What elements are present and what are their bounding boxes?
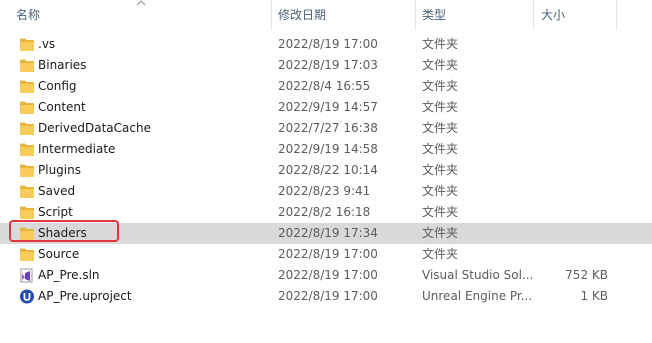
file-row[interactable]: .vs 2022/8/19 17:00 文件夹 <box>0 34 652 55</box>
column-header-size-label: 大小 <box>541 8 566 22</box>
folder-icon <box>19 205 35 220</box>
file-modified-date: 2022/8/19 17:03 <box>278 58 378 72</box>
file-name: DerivedDataCache <box>38 121 151 135</box>
column-divider[interactable] <box>616 0 617 30</box>
folder-icon <box>19 163 35 178</box>
file-row[interactable]: DerivedDataCache 2022/7/27 16:38 文件夹 <box>0 118 652 139</box>
file-row[interactable]: AP_Pre.uproject 2022/8/19 17:00 Unreal Eng… <box>0 286 652 307</box>
column-header-type-label: 类型 <box>422 8 447 22</box>
file-size <box>540 202 608 223</box>
file-type: 文件夹 <box>422 58 459 72</box>
column-header-name-label: 名称 <box>16 8 41 22</box>
file-modified-date: 2022/7/27 16:38 <box>278 121 378 135</box>
column-header-type[interactable]: 类型 <box>417 0 532 30</box>
file-modified-date: 2022/8/4 16:55 <box>278 79 371 93</box>
file-modified-date: 2022/8/2 16:18 <box>278 205 371 219</box>
highlight-annotation <box>9 220 119 242</box>
file-type: 文件夹 <box>422 121 459 135</box>
file-row[interactable]: Source 2022/8/19 17:00 文件夹 <box>0 244 652 265</box>
file-type: 文件夹 <box>422 79 459 93</box>
file-modified-date: 2022/8/19 17:00 <box>278 37 378 51</box>
file-size <box>540 118 608 139</box>
column-divider[interactable] <box>533 0 534 30</box>
file-size <box>540 244 608 265</box>
file-row[interactable]: Content 2022/9/19 14:57 文件夹 <box>0 97 652 118</box>
file-row[interactable]: Saved 2022/8/23 9:41 文件夹 <box>0 181 652 202</box>
file-type: 文件夹 <box>422 247 459 261</box>
file-type: 文件夹 <box>422 205 459 219</box>
file-size <box>540 160 608 181</box>
file-type: 文件夹 <box>422 184 459 198</box>
file-modified-date: 2022/8/19 17:00 <box>278 247 378 261</box>
file-type: 文件夹 <box>422 226 459 240</box>
column-divider[interactable] <box>271 0 272 30</box>
file-type: Unreal Engine Pr... <box>422 289 532 303</box>
file-type: 文件夹 <box>422 142 459 156</box>
column-divider[interactable] <box>415 0 416 30</box>
file-row[interactable]: Config 2022/8/4 16:55 文件夹 <box>0 76 652 97</box>
column-header-date[interactable]: 修改日期 <box>273 0 413 30</box>
file-type: Visual Studio Sol... <box>422 268 532 282</box>
file-size <box>540 97 608 118</box>
file-modified-date: 2022/8/19 17:00 <box>278 268 378 282</box>
column-header-date-label: 修改日期 <box>278 8 327 22</box>
folder-icon <box>19 58 35 73</box>
file-modified-date: 2022/8/23 9:41 <box>278 184 371 198</box>
column-header-size[interactable]: 大小 <box>536 0 616 30</box>
folder-icon <box>19 79 35 94</box>
file-type: 文件夹 <box>422 37 459 51</box>
visual-studio-solution-icon <box>19 268 35 283</box>
file-modified-date: 2022/9/19 14:58 <box>278 142 378 156</box>
sort-ascending-icon <box>136 0 146 6</box>
file-row[interactable]: Intermediate 2022/9/19 14:58 文件夹 <box>0 139 652 160</box>
file-size <box>540 76 608 97</box>
file-name: AP_Pre.uproject <box>38 289 132 303</box>
file-size: 752 KB <box>565 268 608 282</box>
file-type: 文件夹 <box>422 100 459 114</box>
file-type: 文件夹 <box>422 163 459 177</box>
file-size <box>540 223 608 244</box>
folder-icon <box>19 100 35 115</box>
file-name: Intermediate <box>38 142 116 156</box>
file-row[interactable]: AP_Pre.sln 2022/8/19 17:00 Visual Studio S… <box>0 265 652 286</box>
file-size: 1 KB <box>580 289 608 303</box>
file-name: Content <box>38 100 86 114</box>
file-name: Config <box>38 79 77 93</box>
unreal-engine-project-icon <box>19 289 35 304</box>
file-row[interactable]: Plugins 2022/8/22 10:14 文件夹 <box>0 160 652 181</box>
file-name: Source <box>38 247 80 261</box>
file-name: Plugins <box>38 163 81 177</box>
file-row[interactable]: Binaries 2022/8/19 17:03 文件夹 <box>0 55 652 76</box>
file-name: Saved <box>38 184 76 198</box>
file-name: Binaries <box>38 58 87 72</box>
column-header-bar: 名称 修改日期 类型 大小 <box>0 0 652 30</box>
file-modified-date: 2022/8/19 17:00 <box>278 289 378 303</box>
folder-icon <box>19 142 35 157</box>
file-name: AP_Pre.sln <box>38 268 100 282</box>
file-size <box>540 55 608 76</box>
folder-icon <box>19 121 35 136</box>
folder-icon <box>19 247 35 262</box>
file-size <box>540 34 608 55</box>
file-name: .vs <box>38 37 56 51</box>
file-modified-date: 2022/8/19 17:34 <box>278 226 378 240</box>
file-modified-date: 2022/9/19 14:57 <box>278 100 378 114</box>
folder-icon <box>19 37 35 52</box>
file-modified-date: 2022/8/22 10:14 <box>278 163 378 177</box>
file-size <box>540 181 608 202</box>
folder-icon <box>19 184 35 199</box>
file-size <box>540 139 608 160</box>
file-list: .vs 2022/8/19 17:00 文件夹 Binaries 2022/8/19 1… <box>0 34 652 307</box>
